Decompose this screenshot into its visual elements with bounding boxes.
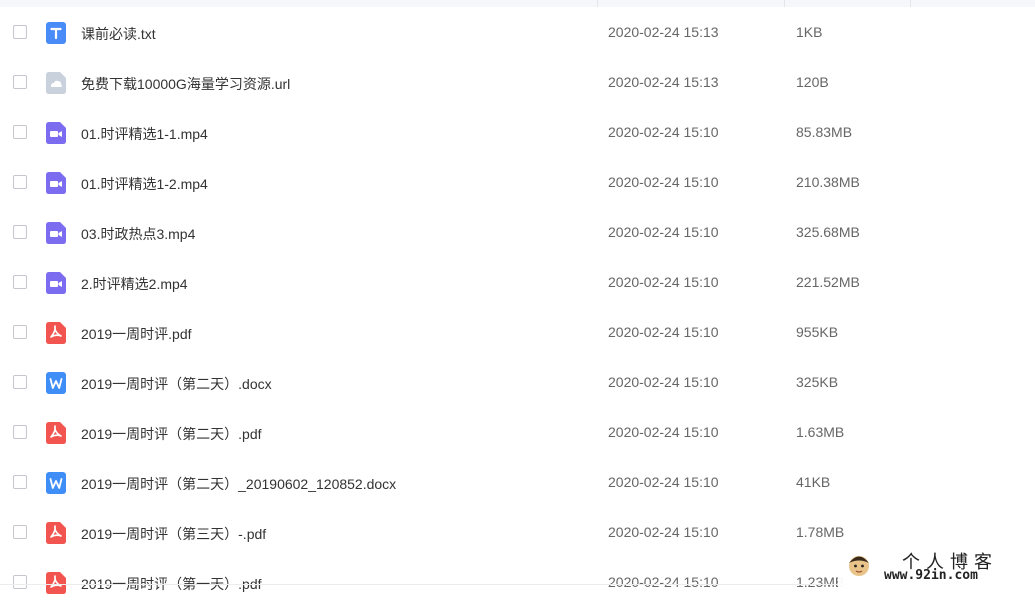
select-checkbox[interactable]	[13, 25, 27, 39]
file-name[interactable]: 01.时评精选1-1.mp4	[81, 124, 208, 144]
file-size: 955KB	[796, 324, 839, 340]
select-checkbox[interactable]	[13, 275, 27, 289]
file-modified-date: 2020-02-24 15:10	[608, 274, 719, 290]
file-name[interactable]: 2019一周时评（第二天）_20190602_120852.docx	[81, 474, 396, 494]
word-file-icon	[45, 372, 67, 394]
pdf-file-icon	[45, 522, 67, 544]
select-checkbox[interactable]	[13, 325, 27, 339]
file-modified-date: 2020-02-24 15:10	[608, 174, 719, 190]
file-name[interactable]: 2019一周时评（第三天）-.pdf	[81, 524, 266, 544]
select-checkbox[interactable]	[13, 125, 27, 139]
file-size: 41KB	[796, 474, 831, 490]
column-divider	[597, 0, 598, 7]
select-checkbox[interactable]	[13, 375, 27, 389]
file-size: 1.63MB	[796, 424, 845, 440]
file-modified-date: 2020-02-24 15:10	[608, 424, 719, 440]
url-file-icon	[45, 72, 67, 94]
select-checkbox[interactable]	[13, 75, 27, 89]
file-size: 325.68MB	[796, 224, 860, 240]
file-row[interactable]: 03.时政热点3.mp4 2020-02-24 15:10 325.68MB	[0, 208, 1035, 258]
file-name[interactable]: 2019一周时评.pdf	[81, 324, 192, 344]
file-modified-date: 2020-02-24 15:10	[608, 524, 719, 540]
file-size: 85.83MB	[796, 124, 853, 140]
pdf-file-icon	[45, 322, 67, 344]
video-file-icon	[45, 122, 67, 144]
file-size: 221.52MB	[796, 274, 860, 290]
file-row[interactable]: 2019一周时评（第二天）_20190602_120852.docx 2020-…	[0, 458, 1035, 508]
select-checkbox[interactable]	[13, 575, 27, 589]
video-file-icon	[45, 272, 67, 294]
file-name[interactable]: 2019一周时评（第二天）.docx	[81, 374, 272, 394]
video-file-icon	[45, 222, 67, 244]
file-size: 210.38MB	[796, 174, 860, 190]
file-modified-date: 2020-02-24 15:10	[608, 324, 719, 340]
file-name[interactable]: 2019一周时评（第二天）.pdf	[81, 424, 262, 444]
video-file-icon	[45, 172, 67, 194]
file-size: 325KB	[796, 374, 839, 390]
column-divider	[910, 0, 911, 7]
watermark-url: www.92in.com	[884, 568, 978, 583]
file-size: 1.78MB	[796, 524, 845, 540]
file-row[interactable]: 2019一周时评.pdf 2020-02-24 15:10 955KB	[0, 308, 1035, 358]
file-row[interactable]: 01.时评精选1-1.mp4 2020-02-24 15:10 85.83MB	[0, 108, 1035, 158]
file-list: 课前必读.txt 2020-02-24 15:13 1KB 免费下载10000G…	[0, 8, 1035, 608]
select-checkbox[interactable]	[13, 175, 27, 189]
file-modified-date: 2020-02-24 15:13	[608, 74, 719, 90]
file-modified-date: 2020-02-24 15:10	[608, 224, 719, 240]
file-name[interactable]: 免费下载10000G海量学习资源.url	[81, 74, 290, 94]
pdf-file-icon	[45, 422, 67, 444]
column-divider	[784, 0, 785, 7]
file-name[interactable]: 课前必读.txt	[81, 24, 156, 44]
file-row[interactable]: 课前必读.txt 2020-02-24 15:13 1KB	[0, 8, 1035, 58]
select-checkbox[interactable]	[13, 425, 27, 439]
file-name[interactable]: 2.时评精选2.mp4	[81, 274, 188, 294]
file-row[interactable]: 2019一周时评（第二天）.docx 2020-02-24 15:10 325K…	[0, 358, 1035, 408]
txt-file-icon	[45, 22, 67, 44]
file-modified-date: 2020-02-24 15:10	[608, 374, 719, 390]
file-name[interactable]: 01.时评精选1-2.mp4	[81, 174, 208, 194]
pdf-file-icon	[45, 572, 67, 594]
file-row[interactable]: 2.时评精选2.mp4 2020-02-24 15:10 221.52MB	[0, 258, 1035, 308]
select-checkbox[interactable]	[13, 225, 27, 239]
blog-watermark: 个人博客 www.92in.com	[838, 546, 1035, 588]
file-row[interactable]: 免费下载10000G海量学习资源.url 2020-02-24 15:13 12…	[0, 58, 1035, 108]
column-header-strip	[0, 0, 1035, 7]
file-size: 1KB	[796, 24, 823, 40]
file-row[interactable]: 2019一周时评（第二天）.pdf 2020-02-24 15:10 1.63M…	[0, 408, 1035, 458]
select-checkbox[interactable]	[13, 525, 27, 539]
file-size: 120B	[796, 74, 829, 90]
file-modified-date: 2020-02-24 15:13	[608, 24, 719, 40]
file-name[interactable]: 03.时政热点3.mp4	[81, 224, 195, 244]
word-file-icon	[45, 472, 67, 494]
file-modified-date: 2020-02-24 15:10	[608, 124, 719, 140]
file-modified-date: 2020-02-24 15:10	[608, 474, 719, 490]
avatar-icon	[849, 556, 869, 576]
select-checkbox[interactable]	[13, 475, 27, 489]
file-row[interactable]: 01.时评精选1-2.mp4 2020-02-24 15:10 210.38MB	[0, 158, 1035, 208]
